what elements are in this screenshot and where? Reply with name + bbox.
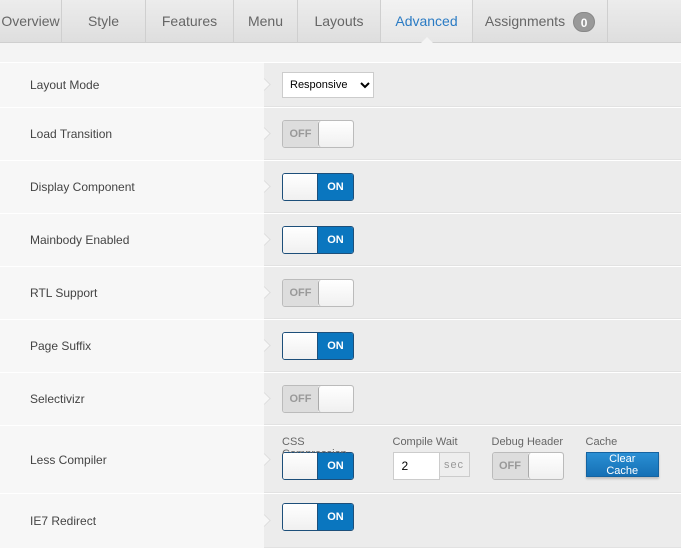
toggle-knob xyxy=(527,453,563,479)
assignments-count-badge: 0 xyxy=(573,12,596,33)
tab-label: Advanced xyxy=(395,13,458,29)
setting-row-ie7-redirect: IE7 Redirect ON xyxy=(0,493,681,548)
toggle-state: ON xyxy=(318,332,353,359)
setting-row-less-compiler: Less Compiler CSS Compression ON Compile… xyxy=(0,425,681,493)
tab-layouts[interactable]: Layouts xyxy=(298,0,381,42)
tab-label: Menu xyxy=(247,13,284,29)
toggle-knob xyxy=(283,173,318,200)
debug-header-toggle[interactable]: OFF xyxy=(491,452,564,480)
toggle-state: OFF xyxy=(283,120,318,147)
tab-assignments[interactable]: Assignments 0 xyxy=(473,0,608,42)
compile-wait-input[interactable] xyxy=(392,452,440,480)
toggle-knob xyxy=(283,453,318,479)
setting-label: Page Suffix xyxy=(0,320,264,372)
compile-wait-label: Compile Wait xyxy=(392,436,458,448)
toggle-knob xyxy=(283,332,318,359)
cache-label: Cache xyxy=(585,436,618,448)
toggle-state: OFF xyxy=(283,279,318,306)
debug-header-group: Debug Header OFF xyxy=(491,436,564,480)
setting-label: RTL Support xyxy=(0,267,264,319)
tab-label: Layouts xyxy=(314,13,364,29)
setting-label: Display Component xyxy=(0,161,264,213)
toggle-knob xyxy=(318,279,353,306)
setting-row-selectivizr: Selectivizr OFF xyxy=(0,372,681,425)
setting-row-page-suffix: Page Suffix ON xyxy=(0,319,681,372)
toggle-state: ON xyxy=(318,504,353,530)
tab-label: Style xyxy=(87,13,120,29)
setting-label: Layout Mode xyxy=(0,63,264,107)
seconds-unit: sec xyxy=(439,452,470,477)
css-compression-toggle[interactable]: ON xyxy=(282,452,354,480)
setting-label: Less Compiler xyxy=(0,426,264,493)
setting-label: Load Transition xyxy=(0,108,264,160)
display-component-toggle[interactable]: ON xyxy=(282,172,354,201)
selectivizr-toggle[interactable]: OFF xyxy=(282,384,354,413)
setting-row-rtl-support: RTL Support OFF xyxy=(0,266,681,319)
rtl-support-toggle[interactable]: OFF xyxy=(282,278,354,307)
setting-label: Mainbody Enabled xyxy=(0,214,264,266)
toggle-state: ON xyxy=(318,226,353,253)
tab-label: Assignments xyxy=(484,13,566,29)
clear-cache-button[interactable]: Clear Cache xyxy=(585,452,659,477)
setting-row-load-transition: Load Transition OFF xyxy=(0,107,681,160)
cache-group: Cache Clear Cache xyxy=(585,436,659,477)
setting-label: Selectivizr xyxy=(0,373,264,425)
toggle-state: ON xyxy=(318,453,353,479)
toggle-state: OFF xyxy=(492,453,528,479)
spacer xyxy=(0,43,681,62)
compile-wait-group: Compile Wait sec xyxy=(392,436,470,480)
tab-label: Features xyxy=(161,13,218,29)
tab-advanced[interactable]: Advanced xyxy=(381,0,473,43)
page-suffix-toggle[interactable]: ON xyxy=(282,331,354,360)
setting-label: IE7 Redirect xyxy=(0,494,264,548)
ie7-redirect-toggle[interactable]: ON xyxy=(282,503,354,531)
toggle-state: ON xyxy=(318,173,353,200)
layout-mode-select[interactable]: Responsive xyxy=(282,71,374,98)
setting-row-display-component: Display Component ON xyxy=(0,160,681,213)
tab-menu[interactable]: Menu xyxy=(234,0,298,42)
setting-row-layout-mode: Layout Mode Responsive xyxy=(0,62,681,107)
tab-style[interactable]: Style xyxy=(62,0,146,42)
toggle-knob xyxy=(318,120,353,147)
css-compression-group: CSS Compression ON xyxy=(282,436,371,480)
toggle-knob xyxy=(283,504,318,530)
tab-features[interactable]: Features xyxy=(146,0,234,42)
tab-label: Overview xyxy=(1,13,60,29)
setting-row-mainbody-enabled: Mainbody Enabled ON xyxy=(0,213,681,266)
toggle-knob xyxy=(283,226,318,253)
mainbody-enabled-toggle[interactable]: ON xyxy=(282,225,354,254)
css-compression-label: CSS Compression xyxy=(282,436,347,460)
tab-overview[interactable]: Overview xyxy=(0,0,62,42)
debug-header-label: Debug Header xyxy=(491,436,564,448)
toggle-knob xyxy=(318,385,353,412)
tab-bar: Overview Style Features Menu Layouts Adv… xyxy=(0,0,681,43)
load-transition-toggle[interactable]: OFF xyxy=(282,119,354,148)
toggle-state: OFF xyxy=(283,385,318,412)
